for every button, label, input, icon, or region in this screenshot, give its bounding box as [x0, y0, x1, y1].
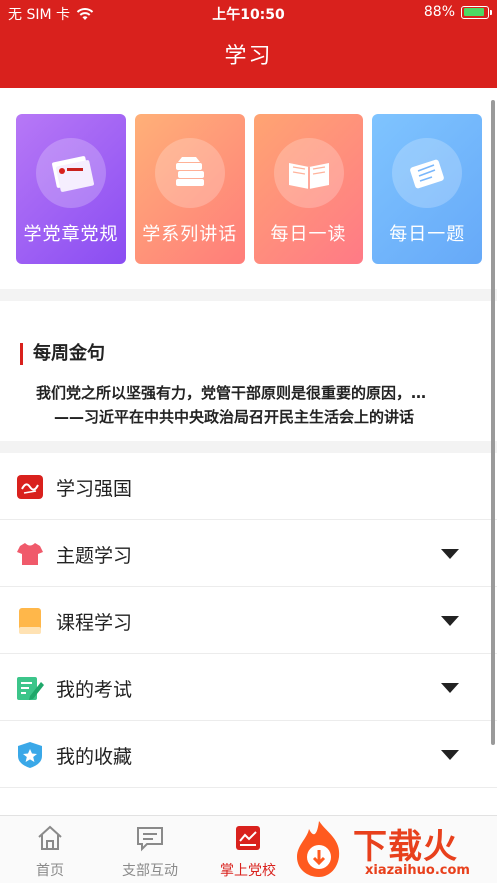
chevron-down-icon[interactable] — [441, 683, 459, 693]
scrollbar[interactable] — [491, 100, 495, 745]
chevron-down-icon[interactable] — [441, 750, 459, 760]
tab-branch-interaction[interactable]: 支部互动 — [100, 824, 200, 880]
chat-icon — [137, 827, 163, 852]
battery-percent: 88% — [423, 4, 455, 20]
section-divider — [0, 441, 497, 453]
tab-label: 首页 — [36, 863, 64, 879]
weekly-quote-text[interactable]: 我们党之所以坚强有力，党管干部原则是很重要的原因，… — [36, 382, 476, 403]
page-title: 学习 — [224, 44, 273, 69]
xuexi-qiangguo-icon — [17, 475, 43, 499]
menu-item-course-study[interactable]: 课程学习 — [0, 587, 497, 654]
menu-item-my-exams[interactable]: 我的考试 — [0, 654, 497, 721]
star-shield-icon — [18, 742, 42, 768]
watermark-url: xiazaihuo.com — [365, 863, 470, 878]
party-book-icon — [36, 138, 106, 208]
menu-item-label: 学习强国 — [56, 478, 133, 500]
status-bar: 无 SIM 卡 上午10:50 88% — [0, 0, 497, 26]
card-label: 学系列讲话 — [142, 224, 238, 245]
watermark: 下载火 xiazaihuo.com — [283, 815, 493, 883]
app-header: 无 SIM 卡 上午10:50 88% 学习 — [0, 0, 497, 88]
study-icon — [236, 826, 260, 850]
shirt-icon — [17, 543, 43, 565]
book-stack-icon — [154, 138, 225, 208]
menu-item-label: 课程学习 — [56, 612, 133, 634]
weekly-quote-source: ——习近平在中共中央政治局召开民主生活会上的讲话 — [54, 408, 415, 426]
card-daily-read[interactable]: 每日一读 — [253, 114, 364, 264]
card-daily-question[interactable]: 每日一题 — [372, 114, 482, 264]
section-divider — [0, 289, 497, 301]
card-label: 每日一读 — [270, 224, 347, 245]
menu-item-xuexi-qiangguo[interactable]: 学习强国 — [0, 453, 497, 520]
open-book-icon — [273, 138, 344, 208]
study-menu: 学习强国 主题学习 课程学习 我的考试 我的收藏 — [0, 453, 497, 788]
menu-item-theme-study[interactable]: 主题学习 — [0, 520, 497, 587]
menu-item-label: 主题学习 — [56, 545, 133, 567]
flame-logo-icon — [297, 821, 340, 877]
chevron-down-icon[interactable] — [441, 549, 459, 559]
question-sheet-icon — [392, 138, 463, 208]
card-label: 学党章党规 — [23, 224, 119, 245]
watermark-text: 下载火 — [353, 827, 458, 867]
menu-item-label: 我的考试 — [56, 679, 133, 701]
exam-edit-icon — [17, 677, 44, 700]
feature-cards: 学党章党规 学系列讲话 每日一读 每日一题 — [16, 114, 482, 264]
card-label: 每日一题 — [389, 224, 466, 245]
menu-item-label: 我的收藏 — [56, 746, 133, 768]
chevron-down-icon[interactable] — [441, 616, 459, 626]
weekly-quote-heading: 每周金句 — [20, 343, 105, 365]
home-icon — [38, 825, 62, 850]
card-series-speeches[interactable]: 学系列讲话 — [134, 114, 245, 264]
card-party-rules[interactable]: 学党章党规 — [16, 114, 126, 264]
battery-icon — [461, 5, 492, 19]
notebook-icon — [19, 608, 41, 634]
tab-home[interactable]: 首页 — [0, 824, 100, 880]
status-time: 上午10:50 — [212, 7, 285, 23]
tab-label: 支部互动 — [122, 863, 178, 879]
menu-item-my-favorites[interactable]: 我的收藏 — [0, 721, 497, 788]
